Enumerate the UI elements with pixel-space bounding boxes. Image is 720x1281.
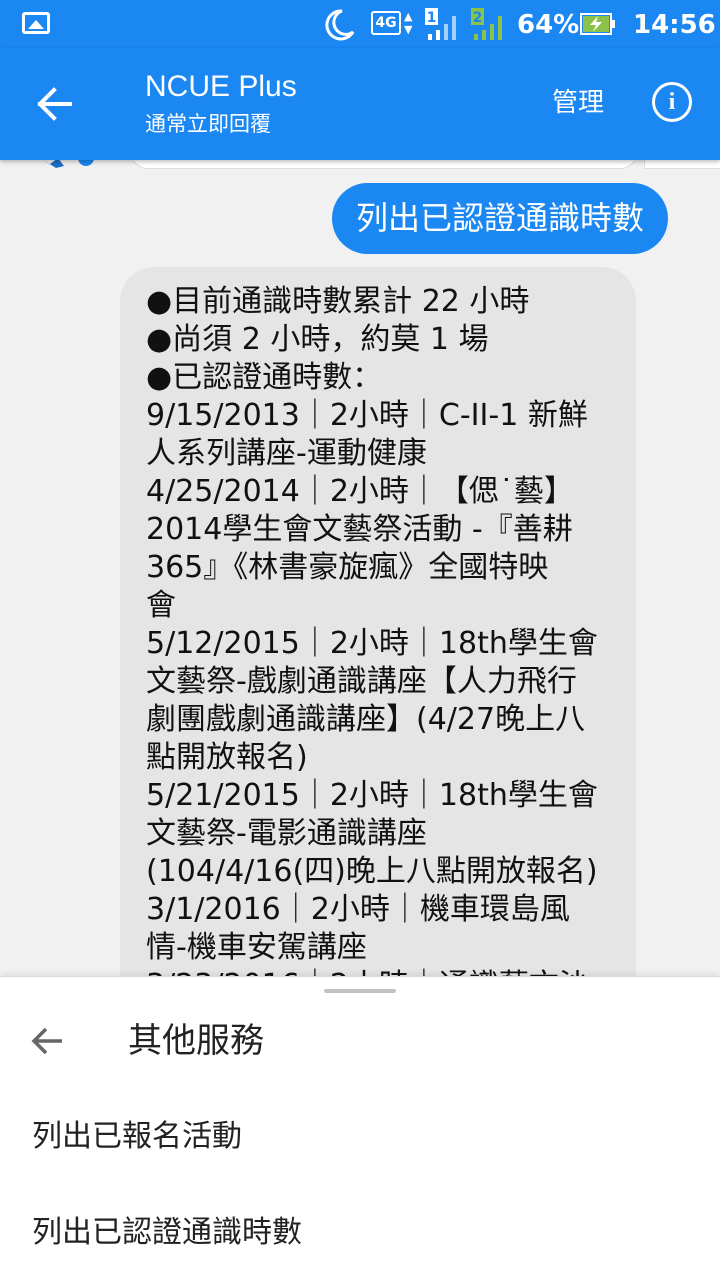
- bot-message-line: 人系列講座-運動健康: [146, 436, 427, 471]
- bot-message-bubble: ●目前通識時數累計 22 小時 ●尚須 2 小時，約莫 1 場 ●已認證通時數： 9/…: [120, 267, 636, 976]
- data-arrows-icon: ▲ ▼: [404, 10, 413, 36]
- menu-back-button[interactable]: [26, 1021, 70, 1061]
- menu-item-registered-activities[interactable]: 列出已報名活動: [32, 1117, 242, 1157]
- bot-message-line: 365』《林書豪旋瘋》全國特映: [146, 550, 549, 585]
- bot-message-line: 4/25/2014｜2小時｜【偲˙藝】: [146, 474, 574, 509]
- menu-title: 其他服務: [128, 1021, 264, 1061]
- bot-message-line: 劇團戲劇通識講座】(4/27晚上八: [146, 702, 586, 737]
- info-icon: i: [668, 89, 676, 115]
- arrow-left-icon: [31, 1027, 62, 1055]
- bot-message-line: 2014學生會文藝祭活動 -『善耕: [146, 512, 573, 547]
- bot-message-line: 3/1/2016｜2小時｜機車環島風: [146, 892, 570, 927]
- chat-area[interactable]: 列出已認證通識時數 ●目前通識時數累計 22 小時 ●尚須 2 小時，約莫 1 場…: [0, 160, 720, 976]
- sim2-label: 2: [473, 10, 483, 26]
- info-button[interactable]: i: [652, 82, 692, 122]
- page-subtitle: 通常立即回覆: [145, 112, 271, 136]
- signal-icon: 2: [471, 8, 502, 40]
- bot-message-line: 情-機車安駕講座: [146, 930, 367, 965]
- sim1-label: 1: [427, 10, 437, 26]
- bot-message-line: 文藝祭-電影通識講座: [146, 816, 427, 851]
- bot-message-line: 5/21/2015｜2小時｜18th學生會: [146, 778, 598, 813]
- bot-message-line: 文藝祭-戲劇通識講座【人力飛行: [146, 664, 577, 699]
- back-button[interactable]: [24, 78, 88, 130]
- moon-icon: [325, 9, 355, 41]
- battery-percent: 64%: [517, 10, 580, 40]
- bot-message-line: 3/23/2016｜2小時｜通識藝文沙: [146, 967, 618, 976]
- status-bar: 4G ▲ ▼ 1 2 64% 14:56: [0, 0, 720, 48]
- signal-icon: 1: [425, 8, 456, 40]
- quick-reply-menu: 其他服務 列出已報名活動 列出已認證通識時數: [0, 976, 720, 1281]
- bot-message-line: ●已認證通時數：: [146, 360, 383, 395]
- bot-message-line: 5/12/2015｜2小時｜18th學生會: [146, 626, 598, 661]
- bot-message-line: (104/4/16(四)晚上八點開放報名): [146, 854, 598, 889]
- previous-card: [130, 160, 638, 169]
- battery-charging-icon: [580, 13, 615, 35]
- bot-message-line: ●尚須 2 小時，約莫 1 場: [146, 322, 489, 357]
- drag-handle[interactable]: [324, 989, 396, 993]
- bot-avatar: [43, 160, 94, 168]
- clock: 14:56: [633, 10, 716, 40]
- bot-message-line: 點開放報名): [146, 740, 308, 775]
- previous-card: [644, 160, 720, 169]
- gallery-icon: [22, 12, 50, 34]
- arrow-left-icon: [37, 87, 72, 121]
- user-message-bubble: 列出已認證通識時數: [332, 183, 668, 254]
- page-title: NCUE Plus: [145, 70, 297, 103]
- bot-message-line: 會: [146, 588, 176, 623]
- bot-message-line: 9/15/2013｜2小時｜C-II-1 新鮮: [146, 398, 588, 433]
- network-type-label: 4G: [371, 11, 401, 35]
- manage-button[interactable]: 管理: [552, 86, 604, 120]
- bot-message-line: ●目前通識時數累計 22 小時: [146, 284, 530, 319]
- app-bar: NCUE Plus 通常立即回覆 管理 i: [0, 48, 720, 160]
- menu-item-certified-hours[interactable]: 列出已認證通識時數: [32, 1213, 302, 1253]
